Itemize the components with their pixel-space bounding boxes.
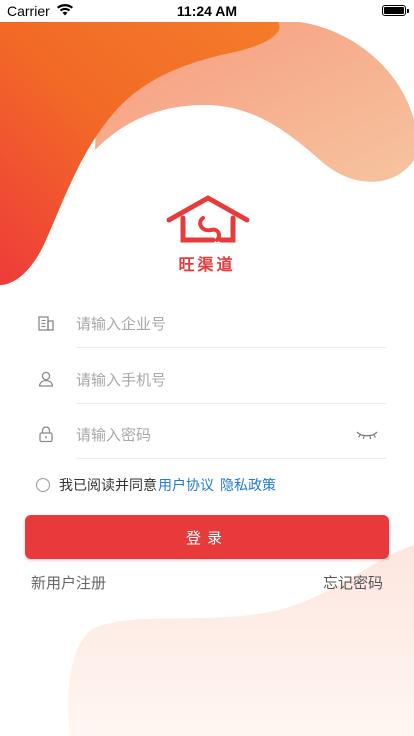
user-agreement-link[interactable]: 用户协议 xyxy=(158,475,214,495)
agreement-prefix: 我已阅读并同意 xyxy=(59,478,157,494)
company-field xyxy=(36,301,386,348)
phone-input[interactable] xyxy=(76,357,386,404)
password-field xyxy=(36,412,386,459)
agree-radio[interactable] xyxy=(36,478,50,492)
user-icon xyxy=(38,371,54,387)
agreement-row: 我已阅读并同意 用户协议 隐私政策 xyxy=(36,474,276,496)
eye-closed-icon[interactable] xyxy=(356,428,378,442)
forgot-password-link[interactable]: 忘记密码 xyxy=(323,572,383,593)
status-bar: Carrier 11:24 AM xyxy=(0,0,414,24)
company-input[interactable] xyxy=(76,301,386,348)
battery-icon xyxy=(382,5,409,16)
logo-text: 旺渠道 xyxy=(178,255,236,274)
privacy-policy-link[interactable]: 隐私政策 xyxy=(220,475,276,495)
phone-field xyxy=(36,357,386,404)
login-button[interactable]: 登录 xyxy=(25,515,389,559)
lock-icon xyxy=(39,426,53,443)
building-icon xyxy=(38,316,54,331)
status-time: 11:24 AM xyxy=(176,3,238,19)
password-input[interactable] xyxy=(76,412,386,459)
register-link[interactable]: 新用户注册 xyxy=(31,572,106,593)
login-screen: Carrier 11:24 AM 旺渠道 请输入企业号 请输入手机号 我已阅读并… xyxy=(0,0,414,736)
